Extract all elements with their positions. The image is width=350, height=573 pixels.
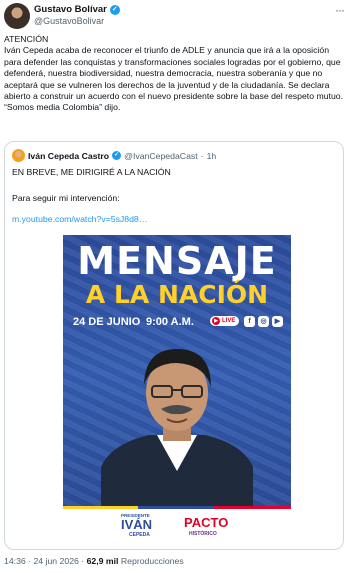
quoted-author-name[interactable]: Iván Cepeda Castro: [28, 151, 109, 161]
party-logo-sub: HISTÓRICO: [189, 531, 217, 537]
verified-badge-icon: ✓: [109, 4, 120, 15]
quoted-tweet-card[interactable]: Iván Cepeda Castro ✓ @IvanCepedaCast · 1…: [4, 141, 344, 550]
quoted-time[interactable]: 1h: [207, 151, 217, 161]
view-count: 62,9 mil: [86, 556, 119, 566]
poster-footer-surname: CEPEDA: [129, 532, 150, 538]
quoted-verified-badge-icon: ✓: [112, 151, 122, 160]
tweet-header: Gustavo Bolívar ✓ @GustavoBolivar ···: [4, 3, 346, 29]
instagram-icon: ◎: [258, 316, 269, 327]
author-display-name[interactable]: Gustavo Bolívar: [34, 4, 107, 15]
quoted-media-image[interactable]: MENSAJE A LA NACIÓN 24 DE JUNIO 9:00 A.M…: [63, 235, 291, 543]
quoted-text-line2: Para seguir mi intervención:: [12, 193, 120, 203]
author-handle[interactable]: @GustavoBolivar: [34, 16, 104, 26]
poster-time: 9:00 A.M.: [146, 316, 194, 328]
author-avatar[interactable]: [4, 3, 30, 29]
youtube-icon: ▶: [272, 316, 283, 327]
quoted-youtube-link[interactable]: m.youtube.com/watch?v=5sJ8d8…: [12, 214, 147, 224]
poster-title-line2: A LA NACIÓN: [85, 280, 269, 309]
facebook-icon: f: [244, 316, 255, 327]
poster-footer-name: IVÁN: [121, 517, 153, 532]
party-logo-name: PACTO: [184, 515, 229, 530]
view-count-label: Reproducciones: [118, 556, 184, 566]
poster-footer: PRESIDENTE IVÁN CEPEDA PACTO HISTÓRICO: [63, 506, 291, 543]
tweet-text: ATENCIÓN Iván Cepeda acaba de reconocer …: [4, 34, 344, 113]
play-icon: ▶: [212, 317, 220, 325]
tweet-meta: 14:36 · 24 jun 2026 · 62,9 mil Reproducc…: [4, 556, 184, 566]
quoted-author-handle[interactable]: @IvanCepedaCast: [124, 151, 198, 161]
quoted-author-avatar[interactable]: [12, 149, 25, 162]
poster-live-label: LIVE: [222, 318, 236, 324]
tweet-timestamp[interactable]: 14:36 · 24 jun 2026 ·: [4, 556, 87, 566]
quoted-text-line1: EN BREVE, ME DIRIGIRÉ A LA NACIÓN: [12, 167, 171, 177]
quoted-separator: ·: [200, 150, 204, 161]
poster-date: 24 DE JUNIO: [73, 316, 141, 328]
portrait-photo: [101, 349, 253, 507]
poster-title-line1: MENSAJE: [77, 239, 277, 283]
more-dots-icon[interactable]: ···: [335, 3, 345, 17]
quoted-tweet-header: Iván Cepeda Castro ✓ @IvanCepedaCast · 1…: [12, 149, 216, 162]
author-name-row: Gustavo Bolívar ✓: [34, 4, 120, 15]
poster-live-badge: ▶ LIVE: [210, 316, 240, 326]
